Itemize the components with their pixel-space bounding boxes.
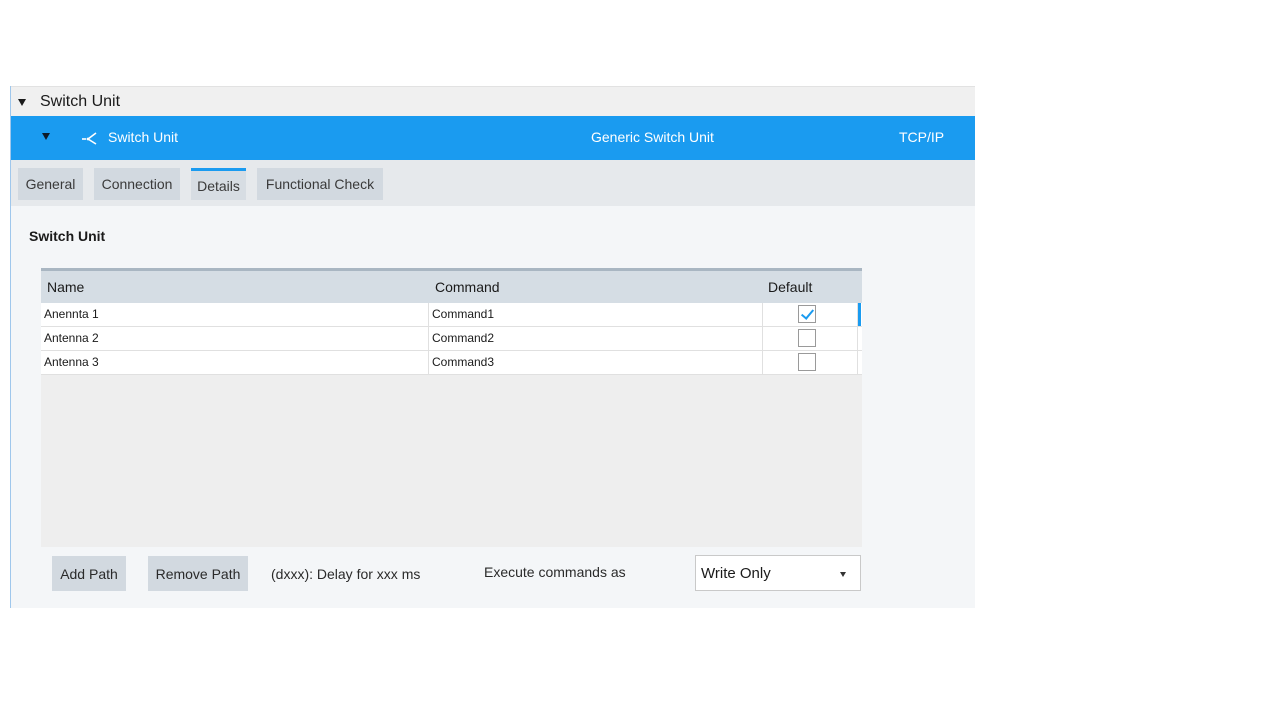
column-header-command[interactable]: Command <box>435 279 500 295</box>
section-title: Switch Unit <box>40 93 121 110</box>
tab-general[interactable]: General <box>18 168 83 200</box>
execute-mode-select[interactable]: Write Only <box>695 555 861 591</box>
table-row[interactable]: Antenna 3 Command3 <box>41 351 862 375</box>
column-header-name[interactable]: Name <box>47 279 84 295</box>
cell-command[interactable]: Command2 <box>429 327 763 350</box>
column-header-default[interactable]: Default <box>768 279 812 295</box>
section-header[interactable]: Switch Unit <box>11 86 975 117</box>
tab-functional-check[interactable]: Functional Check <box>257 168 383 200</box>
tab-details[interactable]: Details <box>191 168 246 200</box>
cell-default <box>763 303 858 326</box>
device-connection: TCP/IP <box>899 129 945 145</box>
tab-connection[interactable]: Connection <box>94 168 180 200</box>
triangle-down-icon[interactable] <box>18 98 26 106</box>
default-checkbox[interactable] <box>798 329 816 347</box>
add-path-button[interactable]: Add Path <box>52 556 126 591</box>
remove-path-button[interactable]: Remove Path <box>148 556 248 591</box>
cell-command[interactable]: Command1 <box>429 303 763 326</box>
default-checkbox[interactable] <box>798 305 816 323</box>
device-row[interactable]: Switch Unit Generic Switch Unit TCP/IP <box>11 116 975 160</box>
content-title: Switch Unit <box>29 228 106 244</box>
table-row[interactable]: Anennta 1 Command1 <box>41 303 862 327</box>
cell-name[interactable]: Antenna 3 <box>41 351 429 374</box>
switch-icon <box>82 132 97 145</box>
tab-strip: General Connection Details Functional Ch… <box>11 160 975 206</box>
default-checkbox[interactable] <box>798 353 816 371</box>
switch-unit-panel: Switch Unit Switch Unit Generic Switch U… <box>10 86 975 608</box>
cell-command[interactable]: Command3 <box>429 351 763 374</box>
table-header: Name Command Default <box>41 271 862 303</box>
caret-down-icon[interactable] <box>840 572 846 577</box>
cell-name[interactable]: Anennta 1 <box>41 303 429 326</box>
execute-mode-value: Write Only <box>701 565 771 582</box>
table-row[interactable]: Antenna 2 Command2 <box>41 327 862 351</box>
device-type: Generic Switch Unit <box>591 129 714 145</box>
cell-default <box>763 351 858 374</box>
cell-name[interactable]: Antenna 2 <box>41 327 429 350</box>
paths-table: Name Command Default Anennta 1 Command1 … <box>41 268 862 547</box>
cell-default <box>763 327 858 350</box>
triangle-down-icon[interactable] <box>42 133 50 140</box>
selected-row-marker <box>858 303 861 326</box>
device-name: Switch Unit <box>108 129 179 145</box>
delay-hint: (dxxx): Delay for xxx ms <box>271 566 421 582</box>
execute-label: Execute commands as <box>484 564 626 580</box>
